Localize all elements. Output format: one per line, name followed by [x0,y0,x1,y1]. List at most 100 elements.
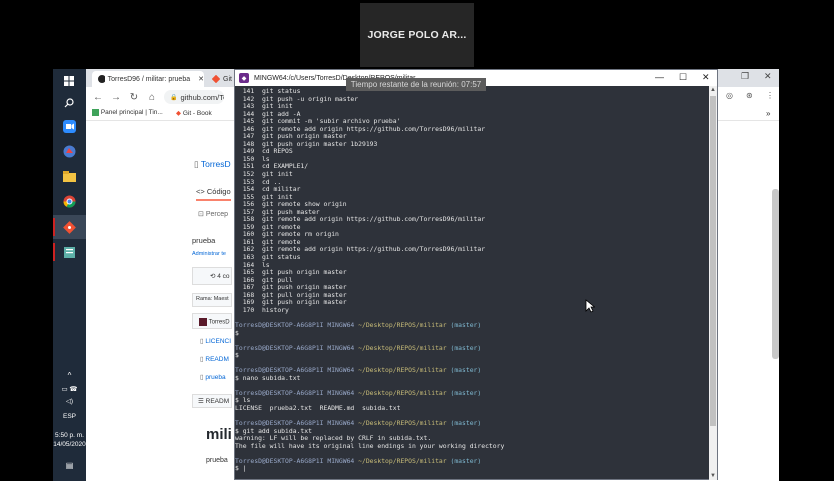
prompt-line: TorresD@DESKTOP-A6G8P1I MINGW64 ~/Deskto… [235,388,709,398]
output-line: The file will have its original line end… [235,441,709,451]
avatar [199,318,207,326]
prompt-user: TorresD@DESKTOP-A6G8P1I [235,456,328,465]
prompt-env: MINGW64 [327,366,359,375]
folder-icon[interactable] [60,167,78,185]
home-icon[interactable]: ⌂ [146,92,158,103]
git-icon: ◆ [176,110,181,117]
arrow-up-icon[interactable]: ▲ [710,87,716,93]
input-line: $ [235,328,709,338]
profile-icon[interactable]: ⊛ [746,91,753,100]
page-scrollbar[interactable] [772,189,779,359]
maximize-icon[interactable]: ☐ [679,72,687,83]
prompt-path: ~/Desktop/REPOS/militar [358,419,451,428]
chevron-right-icon[interactable]: » [766,109,770,118]
git-icon [212,75,220,83]
prompt-branch: (master) [450,419,482,428]
file-row[interactable]: ▯ LICENCI [200,337,231,345]
prompt-line: TorresD@DESKTOP-A6G8P1I MINGW64 ~/Deskto… [235,320,709,330]
prompt-branch: (master) [450,366,482,375]
menu-icon[interactable]: ⋮ [766,91,774,100]
commits-count[interactable]: ⟲ 4 co [210,272,230,280]
tab-github[interactable]: TorresD96 / militar: prueba ✕ [92,71,204,87]
tab-insights[interactable]: ⊡ Percep [198,210,228,218]
graph-icon: ⊡ [198,211,204,218]
list-icon: ☰ [198,398,204,405]
arrow-down-icon[interactable]: ▼ [710,473,716,479]
minimize-icon[interactable]: — [655,72,664,82]
meeting-timer: Tiempo restante de la reunión: 07:57 [346,78,486,91]
branch-label: Rama: Maest [196,296,229,302]
bookmark-item[interactable]: ◆ Git - Book [176,109,212,117]
prompt-user: TorresD@DESKTOP-A6G8P1I [235,343,328,352]
prompt-env: MINGW64 [327,320,359,329]
back-icon[interactable]: ← [92,92,104,103]
command-text: $ [235,328,239,337]
command-text: $ nano subida.txt [235,373,301,382]
prompt-line: TorresD@DESKTOP-A6G8P1I MINGW64 ~/Deskto… [235,456,709,466]
scrollbar-thumb[interactable] [710,96,716,426]
notification-icon[interactable]: ▤ [53,461,86,470]
history-line: 165 git push origin master [235,268,709,277]
input-line: $ [235,351,709,360]
input-line: $ nano subida.txt [235,373,709,383]
history-line: 148 git push origin master 1b29193 [235,140,709,149]
volume-icon[interactable]: ◁) [53,397,86,405]
output-text: LICENSE prueba2.txt README.md subida.txt [235,403,401,412]
reload-icon[interactable]: ↻ [128,92,140,103]
taskbar-active-marker [53,218,55,236]
close-icon[interactable]: ✕ [702,72,710,83]
command-text: $ [235,351,239,360]
close-icon[interactable]: ✕ [198,75,204,83]
repo-title[interactable]: ▯ TorresD [194,159,231,170]
history-line: 143 git init [235,102,709,111]
address-text: github.com/Torre [180,92,224,102]
extension-icon[interactable]: ◎ [726,91,733,100]
prompt-env: MINGW64 [327,388,359,397]
output-text: The file will have its original line end… [235,441,505,450]
language-indicator[interactable]: ESP [53,413,86,420]
file-row[interactable]: ▯ prueba [200,373,226,381]
readme-label: ☰ READM [198,398,230,405]
close-icon[interactable]: ✕ [764,71,772,82]
github-icon [98,75,105,83]
zoom-icon[interactable] [60,117,78,135]
app-icon[interactable] [60,142,78,160]
taskbar: ^ ▭ ☎ ◁) ESP 5:50 p. m. 14/05/2020 ▤ [53,69,86,481]
prompt-line: TorresD@DESKTOP-A6G8P1I MINGW64 ~/Deskto… [235,366,709,375]
manage-topics-link[interactable]: Administrar te [192,251,226,257]
repo-description: prueba [192,236,216,245]
chrome-icon[interactable] [60,192,78,210]
code-icon: <> [196,187,205,196]
history-line: 162 git remote add origin https://github… [235,246,709,254]
bookmark-item[interactable]: Panel principal | Tin... [92,109,163,116]
history-line: 158 git remote add origin https://github… [235,216,709,224]
forward-icon[interactable]: → [110,92,122,103]
last-commit-user[interactable]: TorresD [199,318,230,326]
terminal-scrollbar[interactable]: ▲ ▼ [709,86,717,480]
file-icon: ▯ [200,374,204,381]
mouse-cursor-icon [585,299,595,313]
prompt-path: ~/Desktop/REPOS/militar [358,366,451,375]
clock-date[interactable]: 14/05/2020 [53,441,86,448]
restore-icon[interactable]: ❐ [741,71,749,82]
history-line: 163 git status [235,253,709,262]
file-row[interactable]: ▯ READM [200,355,229,363]
chevron-up-icon[interactable]: ^ [53,371,86,380]
search-icon[interactable] [60,94,78,112]
history-line: 151 cd EXAMPLE1/ [235,163,709,171]
prompt-env: MINGW64 [327,419,359,428]
windows-icon[interactable] [60,72,78,90]
tray-icons[interactable]: ▭ ☎ [53,385,86,393]
tab-code[interactable]: <> Código [196,187,231,201]
address-bar[interactable]: 🔒 github.com/Torre [164,90,224,104]
notes-icon[interactable] [60,243,78,261]
prompt-branch: (master) [450,456,482,465]
prompt-env: MINGW64 [327,456,359,465]
terminal-output[interactable]: 141 git status 142 git push -u origin ma… [235,86,709,480]
prompt-branch: (master) [450,343,482,352]
command-text: $ | [235,464,247,473]
prompt-user: TorresD@DESKTOP-A6G8P1I [235,320,328,329]
git-icon[interactable] [60,218,78,236]
clock-time[interactable]: 5:50 p. m. [53,432,86,439]
history-number: 170 [235,305,262,314]
